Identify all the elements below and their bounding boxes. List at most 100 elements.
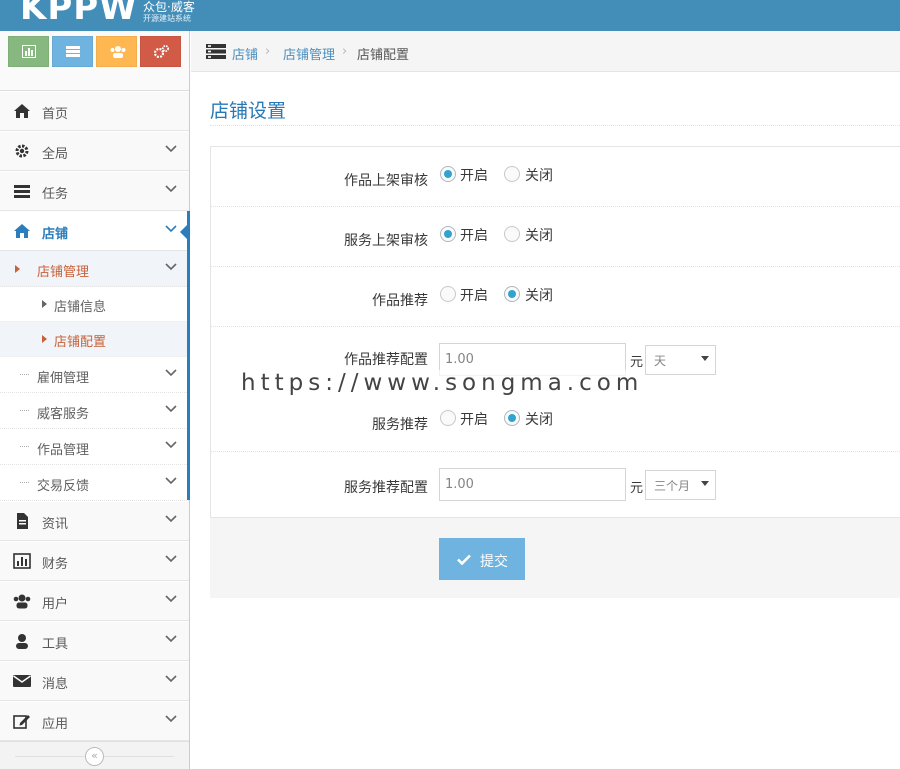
- form-row-works-recommend: 作品推荐 开启 关闭: [210, 267, 900, 327]
- sidebar-item-tools[interactable]: 工具: [0, 621, 189, 661]
- caret-right-icon: [42, 335, 47, 343]
- works-recommend-period-select[interactable]: 天: [645, 345, 716, 375]
- caret-right-icon: [42, 300, 47, 308]
- form-actions: 提交: [210, 517, 900, 598]
- home-icon: [14, 224, 30, 238]
- radio-service-review-on[interactable]: [440, 226, 456, 242]
- radio-label[interactable]: 关闭: [525, 409, 553, 429]
- service-recommend-price-input[interactable]: [439, 468, 626, 501]
- radio-service-recommend-on[interactable]: [440, 410, 456, 426]
- sidebar-item-shop[interactable]: 店铺: [0, 211, 190, 251]
- currency-unit: 元: [630, 355, 644, 370]
- shortcut-list-button[interactable]: [52, 36, 93, 67]
- sidebar-collapse-button[interactable]: «: [85, 747, 104, 766]
- caret-right-icon: [15, 265, 20, 273]
- currency-unit: 元: [630, 481, 644, 496]
- select-value: 三个月: [654, 479, 691, 493]
- radio-label[interactable]: 关闭: [525, 285, 553, 305]
- list-icon: [66, 46, 80, 57]
- submenu-item-trade-feedback[interactable]: 交易反馈: [0, 465, 189, 501]
- active-section-edge: [187, 211, 190, 500]
- shortcut-stats-button[interactable]: [8, 36, 49, 67]
- chevron-down-icon: [165, 715, 177, 723]
- radio-label[interactable]: 开启: [460, 165, 488, 185]
- field-label: 服务上架审核: [344, 233, 428, 249]
- radio-label[interactable]: 开启: [460, 225, 488, 245]
- sidebar-collapse-bar: «: [0, 741, 189, 769]
- breadcrumb-current: 店铺配置: [357, 48, 410, 63]
- sidebar-item-global[interactable]: 全局: [0, 131, 189, 171]
- chevron-down-icon: [165, 185, 177, 193]
- radio-service-review-off[interactable]: [504, 226, 520, 242]
- radio-service-recommend-off[interactable]: [504, 410, 520, 426]
- select-value: 天: [654, 354, 667, 368]
- sidebar-item-users[interactable]: 用户: [0, 581, 189, 621]
- service-recommend-period-select[interactable]: 三个月: [645, 470, 716, 500]
- list-icon: [14, 185, 30, 198]
- submenu-item-shop-config[interactable]: 店铺配置: [0, 322, 189, 357]
- top-navbar: KPPW 众包·威客 开源建站系统: [0, 0, 900, 31]
- shortcut-settings-button[interactable]: [140, 36, 181, 67]
- envelope-icon: [13, 675, 31, 687]
- radio-works-review-off[interactable]: [504, 166, 520, 182]
- field-label: 作品上架审核: [344, 173, 428, 189]
- sidebar-item-label: 资讯: [42, 517, 69, 532]
- chevron-down-icon: [165, 477, 177, 485]
- sidebar-item-messages[interactable]: 消息: [0, 661, 189, 701]
- field-label: 作品推荐: [372, 293, 428, 309]
- radio-works-recommend-on[interactable]: [440, 286, 456, 302]
- chevron-down-icon: [165, 555, 177, 563]
- brand-tagline: 开源建站系统: [143, 14, 191, 23]
- chevron-down-icon: [165, 595, 177, 603]
- cogs-icon: [154, 45, 169, 58]
- sidebar-item-home[interactable]: 首页: [0, 91, 189, 131]
- submit-button[interactable]: 提交: [439, 538, 525, 580]
- radio-label[interactable]: 关闭: [525, 165, 553, 185]
- sidebar-item-news[interactable]: 资讯: [0, 501, 189, 541]
- dropdown-arrow-icon: [701, 356, 709, 361]
- submenu-item-service[interactable]: 威客服务: [0, 393, 189, 429]
- sidebar: 首页 全局 任务 店铺 店铺管理 店铺信息 店铺配置 雇佣管理 威客服务 作品管…: [0, 31, 190, 769]
- sidebar-item-label: 工具: [42, 637, 69, 652]
- field-label: 作品推荐配置: [344, 352, 428, 368]
- chevron-down-icon: [165, 369, 177, 377]
- radio-label[interactable]: 开启: [460, 285, 488, 305]
- brand-logo[interactable]: KPPW: [20, 0, 138, 28]
- dropdown-arrow-icon: [701, 481, 709, 486]
- submenu-item-works-manage[interactable]: 作品管理: [0, 429, 189, 465]
- radio-label[interactable]: 关闭: [525, 225, 553, 245]
- file-icon: [17, 513, 28, 529]
- watermark-text: https://www.songma.com: [241, 370, 644, 396]
- shortcut-users-button[interactable]: [96, 36, 137, 67]
- breadcrumb-link-shop[interactable]: 店铺: [232, 44, 258, 63]
- radio-works-recommend-off[interactable]: [504, 286, 520, 302]
- breadcrumb-link-shop-manage[interactable]: 店铺管理: [283, 44, 335, 63]
- sidebar-item-finance[interactable]: 财务: [0, 541, 189, 581]
- breadcrumb: 店铺 › 店铺管理 › 店铺配置: [191, 31, 900, 72]
- submenu-item-label: 店铺信息: [54, 300, 107, 315]
- sidebar-item-tasks[interactable]: 任务: [0, 171, 189, 211]
- submenu-item-shop-info[interactable]: 店铺信息: [0, 287, 189, 322]
- submit-label: 提交: [480, 554, 508, 570]
- chevron-down-icon: [165, 145, 177, 153]
- check-icon: [457, 554, 471, 565]
- breadcrumb-separator: ›: [265, 44, 271, 59]
- sidebar-item-label: 用户: [42, 597, 69, 612]
- list-icon: [206, 44, 226, 59]
- submenu-item-shop-manage[interactable]: 店铺管理: [0, 251, 189, 287]
- sidebar-item-label: 首页: [42, 107, 69, 122]
- gear-icon: [15, 144, 29, 158]
- submenu-item-label: 作品管理: [37, 443, 90, 458]
- sidebar-item-label: 消息: [42, 677, 69, 692]
- chevron-down-icon: [165, 635, 177, 643]
- breadcrumb-separator: ›: [342, 44, 348, 59]
- bar-chart-icon: [13, 553, 31, 569]
- field-label: 服务推荐配置: [344, 480, 428, 496]
- radio-label[interactable]: 开启: [460, 409, 488, 429]
- radio-works-review-on[interactable]: [440, 166, 456, 182]
- sidebar-item-apps[interactable]: 应用: [0, 701, 189, 741]
- submenu-item-hire-manage[interactable]: 雇佣管理: [0, 357, 189, 393]
- submenu-item-label: 店铺配置: [54, 335, 107, 350]
- sidebar-shortcuts: [0, 31, 189, 91]
- submenu-item-label: 威客服务: [37, 407, 90, 422]
